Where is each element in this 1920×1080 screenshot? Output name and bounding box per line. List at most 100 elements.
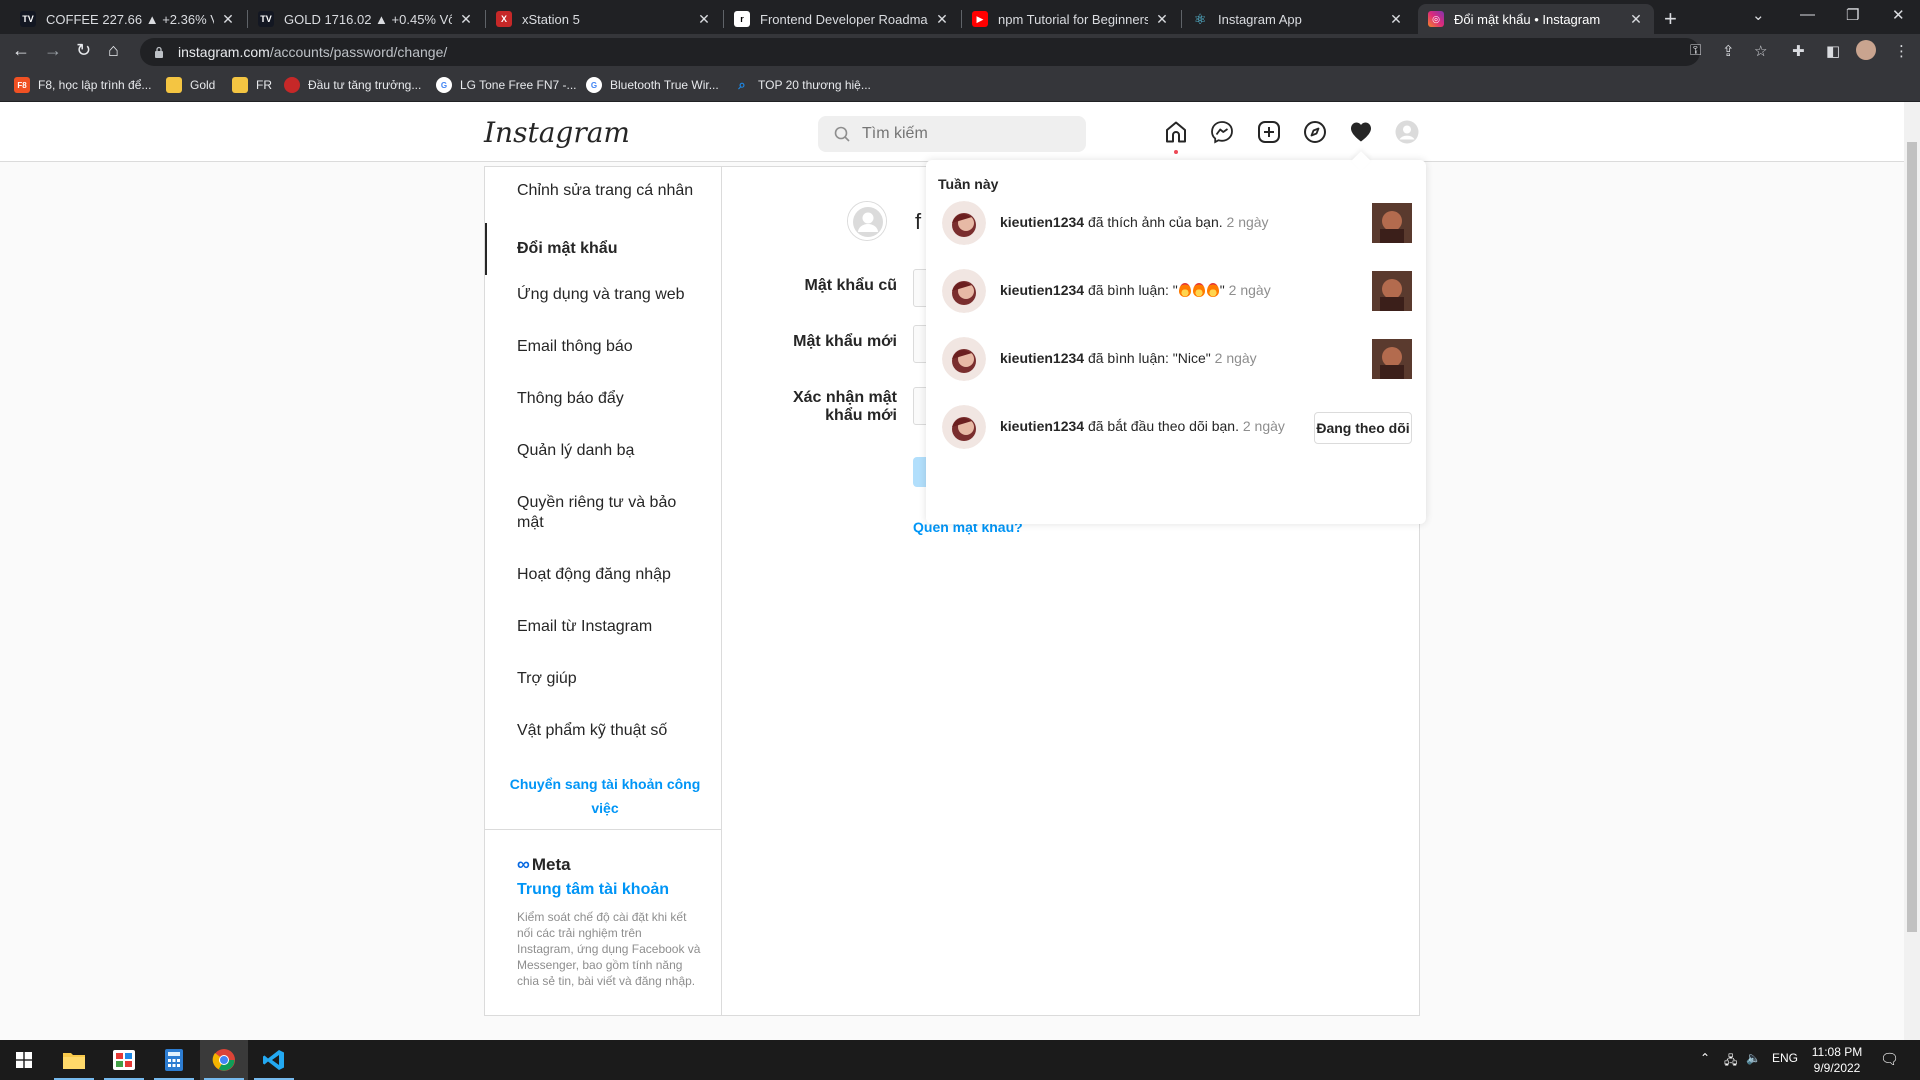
messenger-icon[interactable] (1210, 120, 1234, 144)
bookmark-gold[interactable]: Gold (166, 77, 215, 93)
window-close-icon[interactable]: ✕ (1892, 6, 1905, 24)
sidebar-item-apps-websites[interactable]: Ứng dụng và trang web (485, 285, 721, 305)
key-icon[interactable]: ⚿ (1690, 42, 1701, 59)
user-avatar[interactable] (942, 337, 986, 381)
activity-username[interactable]: kieutien1234 (1000, 214, 1084, 230)
new-post-icon[interactable] (1257, 120, 1281, 144)
back-icon[interactable]: ← (12, 40, 30, 61)
user-avatar[interactable] (942, 269, 986, 313)
activity-text: kieutien1234 đã bắt đầu theo dõi bạn. 2 … (1000, 418, 1285, 434)
sidebar-item-manage-contacts[interactable]: Quản lý danh bạ (485, 441, 721, 461)
sidebar-item-login-activity[interactable]: Hoạt động đăng nhập (485, 565, 721, 585)
activity-text: kieutien1234 đã bình luận: "Nice" 2 ngày (1000, 350, 1257, 366)
sidebar-item-digital-collectibles[interactable]: Vật phẩm kỹ thuật số (485, 721, 721, 741)
google-icon: G (586, 77, 602, 93)
calculator-icon[interactable] (150, 1040, 198, 1080)
post-thumbnail[interactable] (1372, 271, 1412, 311)
file-explorer-icon[interactable] (50, 1040, 98, 1080)
sidebar-item-help[interactable]: Trợ giúp (485, 669, 721, 689)
tab-npm[interactable]: ▶ npm Tutorial for Beginners - You ✕ (962, 4, 1180, 34)
tab-title: Frontend Developer Roadmap: L (760, 11, 928, 27)
restore-icon[interactable]: ❐ (1846, 6, 1859, 24)
activity-heart-icon[interactable] (1349, 120, 1373, 144)
xstation-icon: X (496, 11, 512, 27)
accounts-center-link[interactable]: Trung tâm tài khoản (517, 881, 701, 899)
profile-avatar-icon[interactable] (1395, 120, 1419, 144)
bookmark-fr[interactable]: FR (232, 77, 272, 93)
address-bar[interactable]: instagram.com/accounts/password/change/ (140, 38, 1700, 66)
close-icon[interactable]: ✕ (696, 11, 712, 28)
post-thumbnail[interactable] (1372, 203, 1412, 243)
tab-search-icon[interactable]: ⌄ (1752, 6, 1765, 24)
user-avatar[interactable] (942, 201, 986, 245)
search-input[interactable] (862, 125, 1062, 143)
system-clock[interactable]: 11:08 PM 9/9/2022 (1806, 1044, 1868, 1076)
scrollbar-thumb[interactable] (1907, 142, 1917, 932)
close-icon[interactable]: ✕ (1388, 11, 1404, 28)
sidebar-item-privacy-security[interactable]: Quyền riêng tư và bảo mật (485, 493, 721, 533)
page-scrollbar[interactable] (1904, 102, 1920, 1040)
user-avatar[interactable] (942, 405, 986, 449)
home-icon[interactable] (1164, 120, 1188, 144)
extensions-icon[interactable]: ✚ (1792, 42, 1805, 60)
reload-icon[interactable]: ↻ (76, 40, 91, 61)
sidebar-item-edit-profile[interactable]: Chỉnh sửa trang cá nhân (485, 181, 721, 201)
tab-gold[interactable]: TV GOLD 1716.02 ▲ +0.45% Vô dan ✕ (248, 4, 484, 34)
close-icon[interactable]: ✕ (458, 11, 474, 28)
new-password-label: Mật khẩu mới (793, 333, 897, 350)
bookmark-dau-tu[interactable]: Đầu tư tăng trưởng... (284, 77, 421, 93)
activity-username[interactable]: kieutien1234 (1000, 282, 1084, 298)
activity-username[interactable]: kieutien1234 (1000, 418, 1084, 434)
activity-username[interactable]: kieutien1234 (1000, 350, 1084, 366)
tab-title: npm Tutorial for Beginners - You (998, 11, 1148, 27)
app-icon[interactable] (100, 1040, 148, 1080)
close-icon[interactable]: ✕ (1628, 11, 1644, 28)
switch-to-business-link[interactable]: Chuyển sang tài khoản công việc (505, 772, 705, 820)
side-panel-icon[interactable]: ◧ (1826, 42, 1840, 60)
volume-icon[interactable]: 🔈 (1746, 1051, 1761, 1065)
sidebar-item-push-notifications[interactable]: Thông báo đẩy (485, 389, 721, 409)
share-icon[interactable]: ⇪ (1722, 42, 1735, 60)
activity-item[interactable]: kieutien1234 đã bình luận: "Nice" 2 ngày (942, 334, 1412, 384)
new-tab-button[interactable]: + (1664, 6, 1677, 32)
bookmark-bluetooth[interactable]: G Bluetooth True Wir... (586, 77, 719, 93)
sidebar-item-email-notifications[interactable]: Email thông báo (485, 337, 721, 357)
tab-instagram-app[interactable]: ⚛ Instagram App ✕ (1182, 4, 1414, 34)
activity-item[interactable]: kieutien1234 đã bình luận: " " 2 ngày (942, 266, 1412, 316)
activity-item[interactable]: kieutien1234 đã bắt đầu theo dõi bạn. 2 … (942, 402, 1412, 452)
network-icon[interactable]: 🖧 (1724, 1051, 1737, 1072)
windows-start-icon[interactable] (0, 1040, 48, 1080)
following-button[interactable]: Đang theo dõi (1314, 412, 1412, 444)
close-icon[interactable]: ✕ (934, 11, 950, 28)
bookmark-star-icon[interactable]: ☆ (1754, 42, 1767, 60)
search-box[interactable] (818, 116, 1086, 152)
bookmark-top20[interactable]: ⌕ TOP 20 thương hiệ... (734, 77, 871, 93)
tab-title: Đổi mật khẩu • Instagram (1454, 11, 1601, 27)
activity-section-title: Tuần này (938, 176, 999, 192)
menu-kebab-icon[interactable]: ⋮ (1894, 42, 1909, 60)
language-indicator[interactable]: ENG (1772, 1051, 1798, 1065)
instagram-logo[interactable]: Instagram (484, 116, 630, 149)
explore-compass-icon[interactable] (1303, 120, 1327, 144)
close-icon[interactable]: ✕ (1154, 11, 1170, 28)
tab-xstation[interactable]: X xStation 5 ✕ (486, 4, 722, 34)
bookmark-f8[interactable]: F8 F8, học lập trình để... (14, 77, 151, 93)
bookmark-lg-tone[interactable]: G LG Tone Free FN7 -... (436, 77, 577, 93)
sidebar-item-emails-from-instagram[interactable]: Email từ Instagram (485, 617, 721, 637)
minimize-icon[interactable]: — (1800, 6, 1815, 23)
home-icon[interactable]: ⌂ (108, 40, 119, 61)
tray-overflow-icon[interactable]: ⌃ (1700, 1051, 1710, 1065)
sidebar-item-change-password[interactable]: Đổi mật khẩu (485, 223, 721, 275)
fire-emoji-icon (1192, 283, 1205, 297)
tab-coffee[interactable]: TV COFFEE 227.66 ▲ +2.36% Vô da ✕ (10, 4, 246, 34)
tab-roadmap[interactable]: r Frontend Developer Roadmap: L ✕ (724, 4, 960, 34)
vscode-icon[interactable] (250, 1040, 298, 1080)
activity-item[interactable]: kieutien1234 đã thích ảnh của bạn. 2 ngà… (942, 198, 1412, 248)
post-thumbnail[interactable] (1372, 339, 1412, 379)
tab-change-password[interactable]: ◎ Đổi mật khẩu • Instagram ✕ (1418, 4, 1654, 34)
forward-icon[interactable]: → (44, 40, 62, 61)
chrome-icon[interactable] (200, 1040, 248, 1080)
profile-avatar-icon[interactable] (1856, 40, 1876, 60)
close-icon[interactable]: ✕ (220, 11, 236, 28)
notification-center-icon[interactable]: 🗨 (1880, 1050, 1899, 1068)
